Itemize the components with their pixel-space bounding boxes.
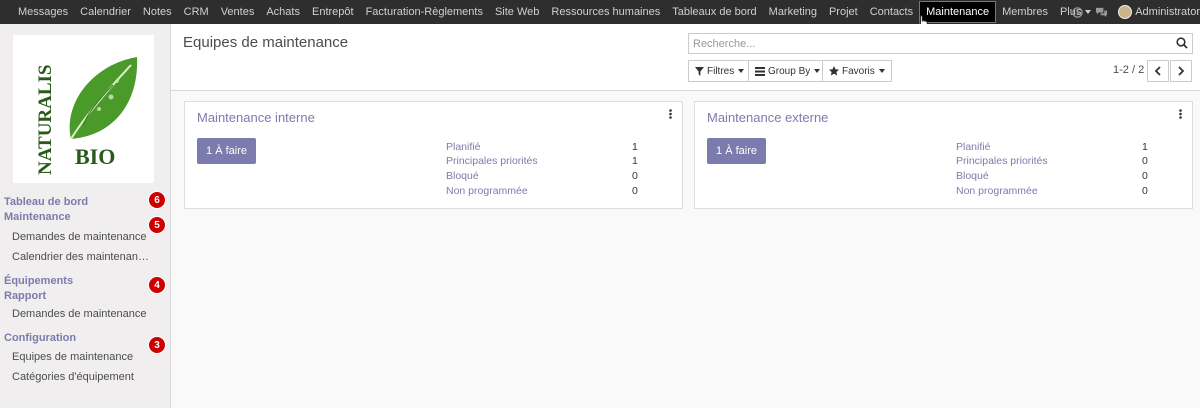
clock-icon[interactable] xyxy=(1072,6,1083,18)
more-options-icon[interactable] xyxy=(1179,109,1182,122)
nav-calendrier-maintenance[interactable]: Calendrier des maintenan… xyxy=(12,251,149,263)
stat-bloque-label[interactable]: Bloqué xyxy=(956,170,989,182)
kanban-card-maintenance-externe[interactable]: Maintenance externe 1 À faire Planifié 1… xyxy=(694,101,1193,209)
logo-text-naturalis: NATURALIS xyxy=(35,64,56,175)
main-navbar: Messages Calendrier Notes CRM Ventes Ach… xyxy=(0,0,1200,24)
caret-down-icon xyxy=(814,69,821,73)
annotation-badge-3: 3 xyxy=(148,336,166,354)
menu-ressources-humaines[interactable]: Ressources humaines xyxy=(545,0,666,24)
avatar xyxy=(1118,5,1133,19)
menu-marketing[interactable]: Marketing xyxy=(763,0,823,24)
stat-bloque-label[interactable]: Bloqué xyxy=(446,170,479,182)
page-title: Equipes de maintenance xyxy=(183,34,349,51)
more-options-icon[interactable] xyxy=(669,109,672,122)
control-panel: Equipes de maintenance Filtres Group By … xyxy=(171,24,1200,91)
chat-icon[interactable] xyxy=(1095,7,1108,18)
nav-rapport-demandes[interactable]: Demandes de maintenance xyxy=(12,308,147,320)
menu-entrepot[interactable]: Entrepôt xyxy=(306,0,360,24)
menu-maintenance[interactable]: Maintenance xyxy=(919,1,997,23)
filter-icon xyxy=(695,66,704,76)
search-input[interactable] xyxy=(689,34,1159,53)
caret-down-icon xyxy=(878,69,885,73)
annotation-badge-6: 6 xyxy=(148,191,166,209)
company-logo: NATURALIS BIO xyxy=(13,35,154,183)
user-name: Administrator xyxy=(1135,6,1200,18)
stat-priorites-value: 0 xyxy=(1142,155,1148,167)
menu-crm[interactable]: CRM xyxy=(178,0,215,24)
filters-label: Filtres xyxy=(707,65,735,77)
list-icon xyxy=(755,66,765,76)
stat-planifie-label[interactable]: Planifié xyxy=(446,141,480,153)
todo-button[interactable]: 1 À faire xyxy=(197,138,256,164)
nav-tableau-de-bord[interactable]: Tableau de bord xyxy=(4,196,88,208)
user-menu[interactable]: Administrator xyxy=(1118,5,1200,19)
pager-value: 1-2 / 2 xyxy=(1113,64,1145,76)
stat-bloque-value: 0 xyxy=(632,170,638,182)
chevron-right-icon xyxy=(1178,66,1185,76)
annotation-badge-4: 4 xyxy=(148,276,166,294)
chevron-left-icon xyxy=(1154,66,1161,76)
menu-site-web[interactable]: Site Web xyxy=(489,0,545,24)
menu-achats[interactable]: Achats xyxy=(260,0,306,24)
annotation-badge-5: 5 xyxy=(148,216,166,234)
group-by-label: Group By xyxy=(768,65,811,77)
stat-non-programmee-value: 0 xyxy=(632,185,638,197)
nav-demandes-maintenance[interactable]: Demandes de maintenance xyxy=(12,231,147,243)
stat-bloque-value: 0 xyxy=(1142,170,1148,182)
search-box xyxy=(688,33,1193,54)
caret-down-icon xyxy=(738,69,745,73)
search-icon[interactable] xyxy=(1176,37,1188,52)
nav-equipes-maintenance[interactable]: Equipes de maintenance xyxy=(12,351,133,363)
stat-planifie-label[interactable]: Planifié xyxy=(956,141,990,153)
pager-next-button[interactable] xyxy=(1170,60,1192,82)
app-menu: Messages Calendrier Notes CRM Ventes Ach… xyxy=(0,0,1097,24)
stat-non-programmee-value: 0 xyxy=(1142,185,1148,197)
card-title[interactable]: Maintenance interne xyxy=(197,110,315,125)
favorites-label: Favoris xyxy=(842,65,875,77)
menu-calendrier[interactable]: Calendrier xyxy=(74,0,137,24)
menu-tableaux-de-bord[interactable]: Tableaux de bord xyxy=(666,0,762,24)
stat-planifie-value: 1 xyxy=(632,141,638,153)
stat-priorites-label[interactable]: Principales priorités xyxy=(956,155,1048,167)
group-by-button[interactable]: Group By xyxy=(748,60,828,82)
sidebar: NATURALIS BIO Tableau de bord Maintenanc… xyxy=(0,24,171,408)
menu-facturation[interactable]: Facturation-Règlements xyxy=(360,0,489,24)
menu-notes[interactable]: Notes xyxy=(137,0,178,24)
kanban-card-maintenance-interne[interactable]: Maintenance interne 1 À faire Planifié 1… xyxy=(184,101,683,209)
systray: Administrator xyxy=(1066,0,1200,24)
nav-equipements[interactable]: Équipements xyxy=(4,275,73,287)
menu-contacts[interactable]: Contacts xyxy=(864,0,919,24)
stat-priorites-label[interactable]: Principales priorités xyxy=(446,155,538,167)
nav-section-configuration[interactable]: Configuration xyxy=(4,332,76,344)
star-icon xyxy=(829,66,839,76)
nav-categories-equipement[interactable]: Catégories d'équipement xyxy=(12,371,134,383)
nav-section-maintenance[interactable]: Maintenance xyxy=(4,211,71,223)
menu-messages[interactable]: Messages xyxy=(12,0,74,24)
logo-text-bio: BIO xyxy=(75,144,115,169)
favorites-button[interactable]: Favoris xyxy=(822,60,892,82)
menu-membres[interactable]: Membres xyxy=(996,0,1054,24)
pager-previous-button[interactable] xyxy=(1147,60,1169,82)
filters-button[interactable]: Filtres xyxy=(688,60,752,82)
menu-ventes[interactable]: Ventes xyxy=(215,0,261,24)
nav-section-rapport[interactable]: Rapport xyxy=(4,290,46,302)
card-title[interactable]: Maintenance externe xyxy=(707,110,828,125)
menu-projet[interactable]: Projet xyxy=(823,0,864,24)
stat-non-programmee-label[interactable]: Non programmée xyxy=(956,185,1038,197)
stat-priorites-value: 1 xyxy=(632,155,638,167)
stat-non-programmee-label[interactable]: Non programmée xyxy=(446,185,528,197)
stat-planifie-value: 1 xyxy=(1142,141,1148,153)
todo-button[interactable]: 1 À faire xyxy=(707,138,766,164)
